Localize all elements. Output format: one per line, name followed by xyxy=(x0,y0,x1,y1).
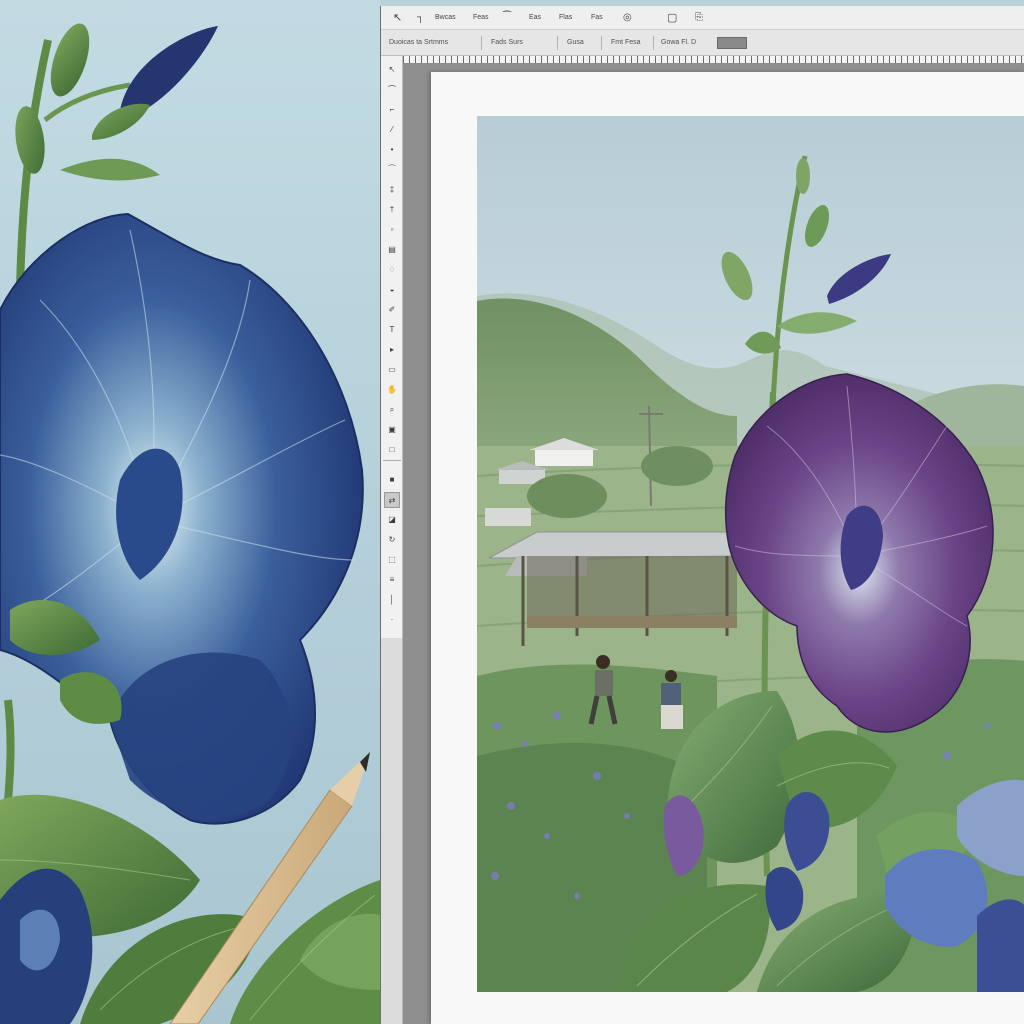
ruler-icon[interactable]: │ xyxy=(384,592,400,608)
toolbox: ↖ ⌒ ⌐ ⁄ • ⁀ ‡ † ▫ ▤ ◌ ◒ ✐ T ▸ ▭ ✋ ⌕ ▣ □ ■ ⇄ ◪ ↻ ⬚ ≡ │ · xyxy=(381,56,403,638)
lasso-icon[interactable]: ⌒ xyxy=(384,82,400,98)
heal-icon[interactable]: • xyxy=(384,142,400,158)
pen-path-icon[interactable]: ✐ xyxy=(384,302,400,318)
zoom-icon[interactable]: ⌕ xyxy=(384,402,400,418)
menu-item-bwcas[interactable]: Bwcas xyxy=(435,11,456,25)
horizontal-ruler xyxy=(403,56,1024,64)
target-icon[interactable]: ◎ xyxy=(623,11,632,25)
options-divider xyxy=(557,36,558,50)
options-field[interactable]: Gusa xyxy=(567,37,584,49)
quick-mask-icon[interactable]: ▣ xyxy=(384,422,400,438)
tree xyxy=(527,474,607,518)
leaf xyxy=(60,158,160,181)
options-divider xyxy=(481,36,482,50)
butterfly-pea-drawing xyxy=(0,23,380,1024)
note-icon[interactable]: ≡ xyxy=(384,572,400,588)
botanical-illustration xyxy=(0,0,380,1024)
count-icon[interactable]: · xyxy=(384,612,400,628)
brush-tool-icon[interactable]: ⁀ xyxy=(384,162,400,178)
vertical-scrollbar[interactable] xyxy=(381,638,403,1024)
flower-bud xyxy=(796,158,810,194)
canvas-image xyxy=(477,116,1024,992)
options-divider xyxy=(653,36,654,50)
frame-tool-icon[interactable]: ⬚ xyxy=(384,552,400,568)
color-swatch[interactable] xyxy=(717,37,747,49)
pen-tool-icon[interactable]: ↖ xyxy=(384,62,400,78)
swap-colors-icon[interactable]: ⇄ xyxy=(384,492,400,508)
rotate-view-icon[interactable]: ↻ xyxy=(384,532,400,548)
blur-icon[interactable]: ◌ xyxy=(384,262,400,278)
frame-icon[interactable]: ▢ xyxy=(667,11,677,25)
eyedropper-icon[interactable]: ⁄ xyxy=(384,122,400,138)
shape-icon[interactable]: ▭ xyxy=(384,362,400,378)
hand-icon[interactable]: ✋ xyxy=(384,382,400,398)
options-bar: Duoicas ta Srtmms Fads Surs Gusa Fmt Fes… xyxy=(381,30,1024,56)
crop-icon[interactable]: ⌐ xyxy=(384,102,400,118)
menu-item-eas[interactable]: Eas xyxy=(529,11,541,25)
flower-bud xyxy=(50,23,90,97)
stamp-icon[interactable]: ‡ xyxy=(384,182,400,198)
options-field[interactable]: Gowa Fl. D xyxy=(661,37,696,49)
editor-window: ↖ ┐ Bwcas Feas ⁀ Eas Flas Fas ◎ ▢ ⎘ Duoi… xyxy=(380,6,1024,1024)
options-divider xyxy=(601,36,602,50)
options-field[interactable]: Fads Surs xyxy=(491,37,523,49)
brush-icon[interactable]: ⁀ xyxy=(503,11,511,25)
move-tool-icon[interactable]: ↖ xyxy=(393,11,402,25)
menu-item-flas[interactable]: Flas xyxy=(559,11,572,25)
history-brush-icon[interactable]: † xyxy=(384,202,400,218)
options-field[interactable]: Fmt Fesa xyxy=(611,37,641,49)
menu-item-fas[interactable]: Fas xyxy=(591,11,603,25)
pin-icon[interactable]: ┐ xyxy=(417,11,424,25)
flower-petal xyxy=(977,899,1024,992)
type-icon[interactable]: T xyxy=(384,322,400,338)
dodge-icon[interactable]: ◒ xyxy=(384,282,400,298)
gradient-icon[interactable]: ▤ xyxy=(384,242,400,258)
path-select-icon[interactable]: ▸ xyxy=(384,342,400,358)
farm-scene xyxy=(477,116,1024,992)
screen-mode-icon[interactable]: □ xyxy=(384,442,400,458)
document-icon[interactable]: ⎘ xyxy=(695,11,703,25)
sepal xyxy=(92,103,150,140)
tree xyxy=(641,446,713,486)
flower-bud xyxy=(15,106,45,174)
menu-bar: ↖ ┐ Bwcas Feas ⁀ Eas Flas Fas ◎ ▢ ⎘ xyxy=(381,6,1024,30)
options-field[interactable]: Duoicas ta Srtmms xyxy=(389,37,448,49)
menu-item-feas[interactable]: Feas xyxy=(473,11,489,25)
foreground-color-icon[interactable]: ■ xyxy=(384,472,400,488)
toolbox-divider xyxy=(383,460,401,461)
shed xyxy=(485,508,531,526)
eraser-icon[interactable]: ▫ xyxy=(384,222,400,238)
default-colors-icon[interactable]: ◪ xyxy=(384,512,400,528)
document-canvas[interactable] xyxy=(431,72,1024,1024)
